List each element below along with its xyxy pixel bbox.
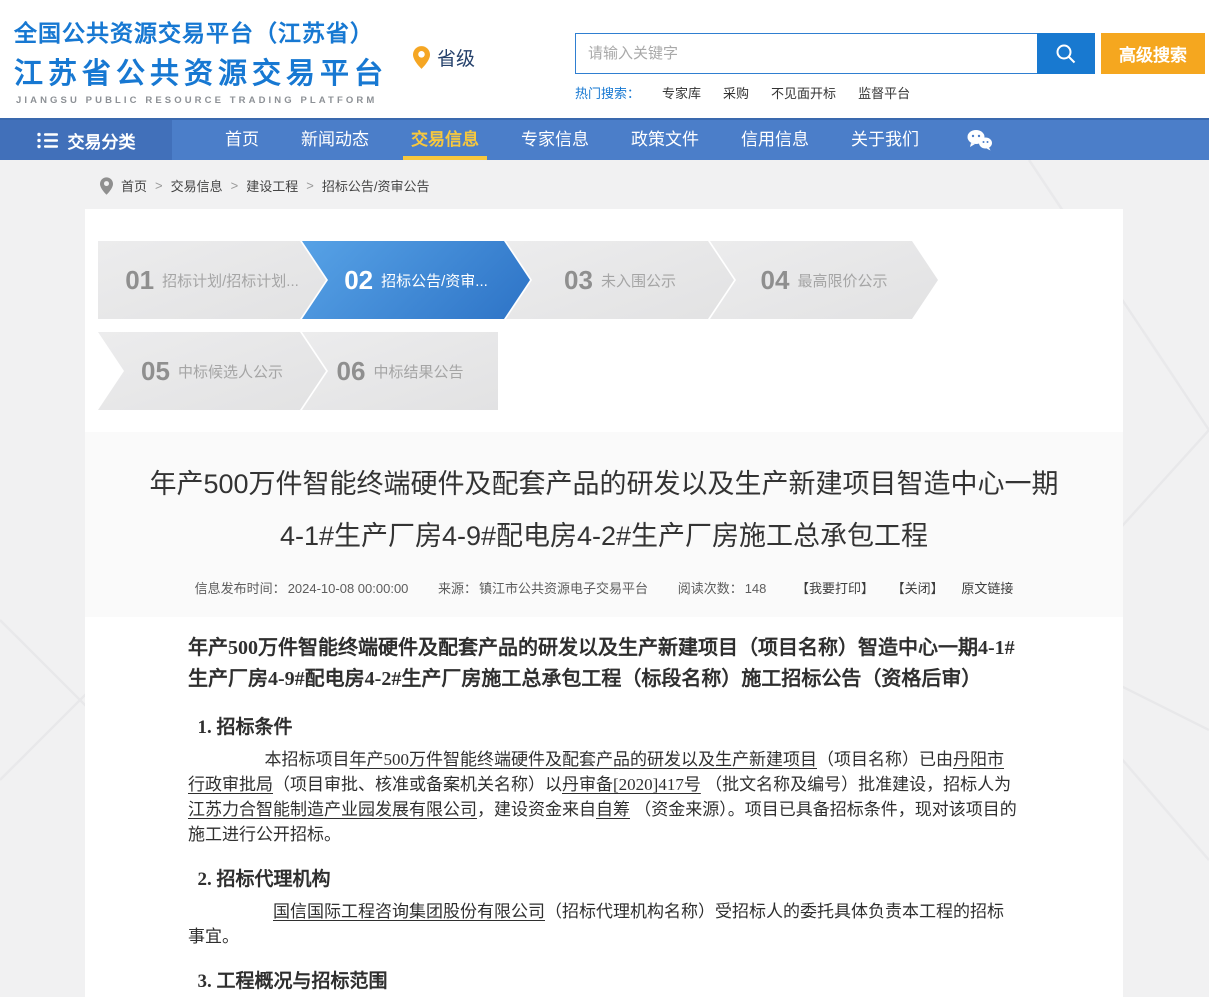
step-number: 02 [344,265,373,296]
underlined-text: 江苏力合智能制造产业园发展有限公司 [188,800,477,819]
step-label: 中标候选人公示 [178,361,283,382]
breadcrumb: 首页 > 交易信息 > 建设工程 > 招标公告/资审公告 [0,160,1209,195]
hot-search-label: 热门搜索： [575,83,640,102]
process-steps: 01 招标计划/招标计划... 02 招标公告/资审... 03 未入围公示 0… [85,209,1123,432]
nav-item-about[interactable]: 关于我们 [851,120,919,160]
hot-search-link-procurement[interactable]: 采购 [723,83,749,102]
hot-search-link-remote-bid[interactable]: 不见面开标 [771,83,836,102]
section-3-title: 3. 工程概况与招标范围 [188,966,1020,993]
breadcrumb-trade-info[interactable]: 交易信息 [171,176,223,195]
hot-search-link-supervision[interactable]: 监督平台 [858,83,910,102]
text: （项目名称）已由 [817,750,953,769]
nav-item-policies[interactable]: 政策文件 [631,120,699,160]
source: 来源：镇江市公共资源电子交易平台 [438,581,648,596]
breadcrumb-construction[interactable]: 建设工程 [246,176,298,195]
print-link[interactable]: 【我要打印】 [796,581,874,596]
close-link[interactable]: 【关闭】 [892,581,944,596]
hot-search-row: 热门搜索： 专家库 采购 不见面开标 监督平台 [575,83,1205,102]
step-label: 招标计划/招标计划... [162,270,299,291]
step-label: 未入围公示 [601,270,676,291]
step-label: 最高限价公示 [797,270,887,291]
section-1-paragraph: 本招标项目年产500万件智能终端硬件及配套产品的研发以及生产新建项目（项目名称）… [188,747,1020,847]
breadcrumb-pin-icon [100,177,113,195]
step-02-tender-announcement[interactable]: 02 招标公告/资审... [302,241,530,319]
level-label: 省级 [437,44,475,71]
step-label: 中标结果公告 [373,361,463,382]
step-05-candidate-publicity[interactable]: 05 中标候选人公示 [98,332,326,410]
step-number: 05 [141,356,170,387]
section-2-title: 2. 招标代理机构 [188,864,1020,891]
breadcrumb-separator: > [155,178,163,193]
steps-row-2: 05 中标候选人公示 06 中标结果公告 [98,332,1123,410]
logo-line2: 江苏省公共资源交易平台 [14,50,388,92]
article-body: 年产500万件智能终端硬件及配套产品的研发以及生产新建项目（项目名称）智造中心一… [85,617,1123,997]
announcement-heading: 年产500万件智能终端硬件及配套产品的研发以及生产新建项目（项目名称）智造中心一… [188,633,1020,695]
text: （批文名称及编号）批准建设，招标人为 [701,775,1011,794]
site-logo[interactable]: 全国公共资源交易平台（江苏省） 江苏省公共资源交易平台 JIANGSU PUBL… [14,14,388,106]
site-header: 全国公共资源交易平台（江苏省） 江苏省公共资源交易平台 JIANGSU PUBL… [0,0,1209,118]
hamburger-icon [37,132,59,149]
step-06-result-announcement[interactable]: 06 中标结果公告 [302,332,498,410]
publish-time: 信息发布时间：2024-10-08 00:00:00 [195,581,409,596]
nav-item-home[interactable]: 首页 [225,120,259,160]
section-2-paragraph: 国信国际工程咨询集团股份有限公司（招标代理机构名称）受招标人的委托具体负责本工程… [188,899,1020,949]
step-04-price-ceiling[interactable]: 04 最高限价公示 [710,241,938,319]
nav-items: 首页 新闻动态 交易信息 专家信息 政策文件 信用信息 关于我们 [225,120,993,160]
nav-item-credit[interactable]: 信用信息 [741,120,809,160]
wechat-icon[interactable] [965,120,993,160]
trade-category-menu[interactable]: 交易分类 [0,120,172,160]
breadcrumb-current: 招标公告/资审公告 [322,176,430,195]
content-card: 01 招标计划/招标计划... 02 招标公告/资审... 03 未入围公示 0… [85,209,1123,997]
underlined-text: 丹审备[2020]417号 [562,775,701,794]
trade-category-label: 交易分类 [68,128,136,153]
nav-item-experts[interactable]: 专家信息 [521,120,589,160]
underlined-text: 年产500万件智能终端硬件及配套产品的研发以及生产新建项目 [350,750,818,769]
hot-search-link-expert[interactable]: 专家库 [662,83,701,102]
search-icon [1054,42,1078,66]
step-number: 03 [564,265,593,296]
step-01-tender-plan[interactable]: 01 招标计划/招标计划... [98,241,326,319]
article-meta: 信息发布时间：2024-10-08 00:00:00 来源：镇江市公共资源电子交… [145,578,1063,597]
breadcrumb-separator: > [306,178,314,193]
step-number: 06 [337,356,366,387]
breadcrumb-home[interactable]: 首页 [121,176,147,195]
text: （项目审批、核准或备案机关名称）以 [273,775,562,794]
logo-subtitle: JIANGSU PUBLIC RESOURCE TRADING PLATFORM [14,95,388,106]
search-input[interactable] [575,33,1037,74]
nav-item-news[interactable]: 新闻动态 [301,120,369,160]
article-title: 年产500万件智能终端硬件及配套产品的研发以及生产新建项目智造中心一期4-1#生… [145,458,1063,562]
location-pin-icon [413,46,430,69]
main-navbar: 交易分类 首页 新闻动态 交易信息 专家信息 政策文件 信用信息 关于我们 [0,118,1209,160]
view-count: 阅读次数：148 [678,581,767,596]
underlined-text: 国信国际工程咨询集团股份有限公司 [273,902,545,921]
site-level: 省级 [413,44,475,71]
nav-item-trade-info[interactable]: 交易信息 [411,120,479,160]
step-03-not-shortlisted[interactable]: 03 未入围公示 [506,241,734,319]
search-row: 高级搜索 [575,33,1205,74]
original-link[interactable]: 原文链接 [961,581,1013,596]
breadcrumb-separator: > [231,178,239,193]
text: ，建设资金来自 [477,800,596,819]
section-1-title: 1. 招标条件 [188,712,1020,739]
text: 本招标项目 [265,750,350,769]
logo-line1: 全国公共资源交易平台（江苏省） [14,14,388,48]
step-number: 01 [125,265,154,296]
search-button[interactable] [1037,33,1095,74]
advanced-search-button[interactable]: 高级搜索 [1101,33,1205,74]
step-number: 04 [761,265,790,296]
steps-row-1: 01 招标计划/招标计划... 02 招标公告/资审... 03 未入围公示 0… [98,241,1123,319]
search-area: 高级搜索 热门搜索： 专家库 采购 不见面开标 监督平台 [575,33,1205,102]
step-label: 招标公告/资审... [381,270,488,291]
underlined-text: 自筹 [596,800,630,819]
article-title-band: 年产500万件智能终端硬件及配套产品的研发以及生产新建项目智造中心一期4-1#生… [85,432,1123,617]
